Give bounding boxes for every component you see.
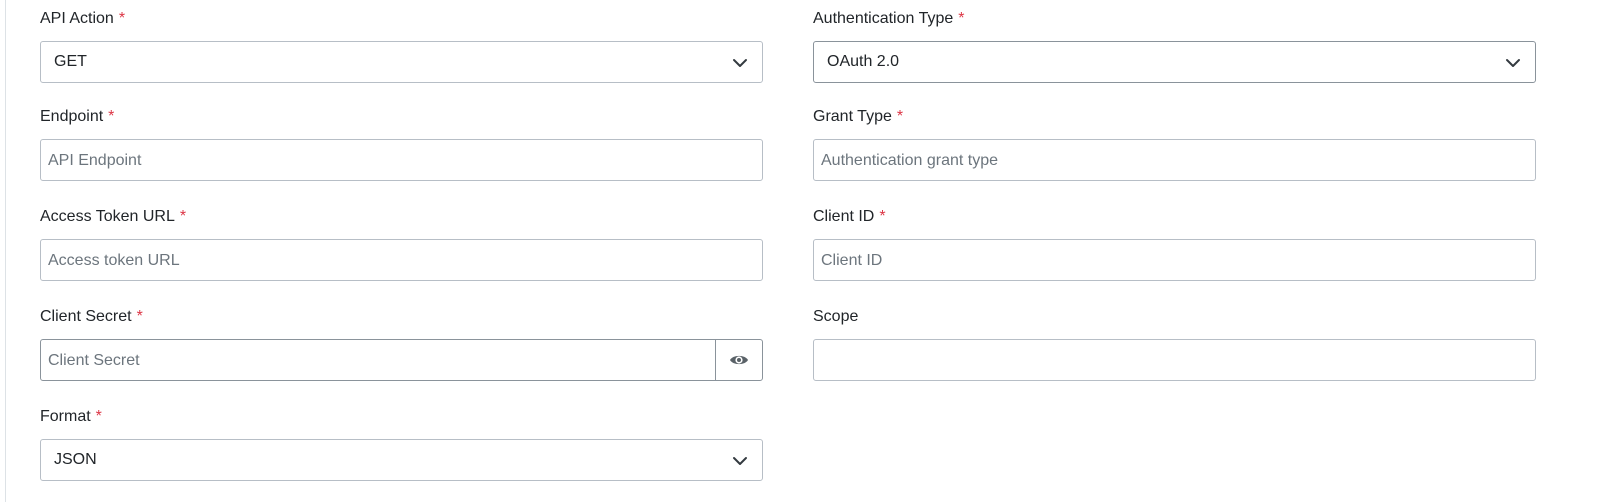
api-action-select[interactable]: GET (40, 41, 763, 83)
endpoint-input[interactable]: API Endpoint (40, 139, 763, 181)
required-asterisk: * (958, 10, 965, 27)
auth-type-label: Authentication Type * (813, 10, 965, 27)
access-token-url-label: Access Token URL * (40, 208, 187, 225)
required-asterisk: * (896, 108, 904, 125)
format-value: JSON (54, 451, 97, 468)
grant-type-label: Grant Type * (813, 108, 904, 125)
chevron-down-icon (1506, 59, 1520, 67)
api-action-label: API Action * (40, 10, 126, 27)
format-label: Format * (40, 408, 102, 425)
endpoint-label: Endpoint * (40, 108, 115, 125)
auth-type-select[interactable]: OAuth 2.0 (813, 41, 1536, 83)
required-asterisk: * (95, 408, 102, 425)
format-select[interactable]: JSON (40, 439, 763, 481)
eye-icon (730, 355, 748, 365)
chevron-down-icon (733, 59, 747, 67)
client-secret-input[interactable]: Client Secret (40, 339, 763, 381)
required-asterisk: * (179, 208, 187, 225)
required-asterisk: * (879, 208, 886, 225)
client-id-placeholder: Client ID (821, 252, 883, 269)
left-divider (5, 0, 6, 502)
client-secret-placeholder: Client Secret (48, 352, 140, 369)
access-token-url-placeholder: Access token URL (48, 252, 180, 269)
client-id-label: Client ID * (813, 208, 886, 225)
chevron-down-icon (733, 457, 747, 465)
client-secret-label: Client Secret * (40, 308, 143, 325)
scope-input[interactable] (813, 339, 1536, 381)
access-token-url-input[interactable]: Access token URL (40, 239, 763, 281)
api-config-form: API Action * GET Authentication Type * OAu… (0, 0, 1600, 502)
required-asterisk: * (118, 10, 126, 27)
grant-type-placeholder: Authentication grant type (821, 152, 999, 169)
required-asterisk: * (136, 308, 143, 325)
client-id-input[interactable]: Client ID (813, 239, 1536, 281)
api-action-value: GET (54, 53, 87, 70)
required-asterisk: * (108, 108, 115, 125)
endpoint-placeholder: API Endpoint (48, 152, 142, 169)
auth-type-value: OAuth 2.0 (827, 53, 900, 70)
grant-type-input[interactable]: Authentication grant type (813, 139, 1536, 181)
scope-label: Scope (813, 308, 859, 325)
toggle-visibility-button[interactable] (715, 340, 762, 380)
